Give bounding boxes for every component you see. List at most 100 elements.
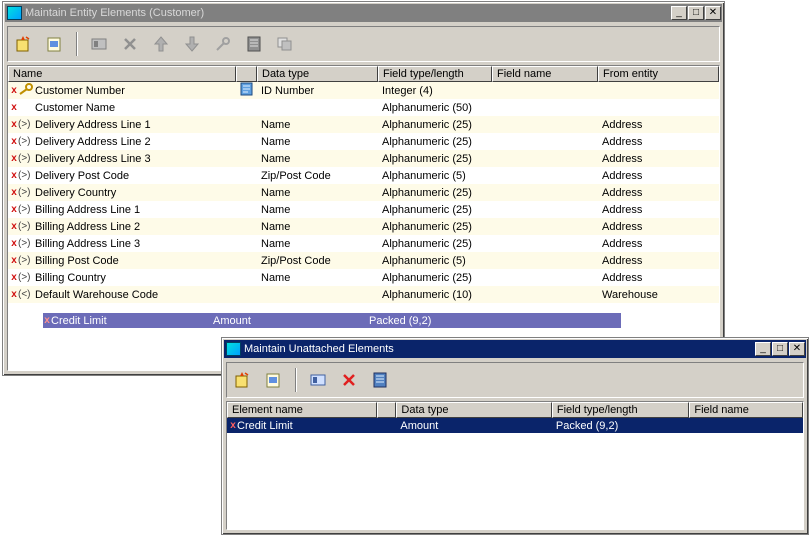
- maximize-button[interactable]: □: [688, 6, 704, 20]
- toolbar-separator: [295, 368, 297, 392]
- drag-row-field-type: Packed (9,2): [369, 314, 432, 327]
- properties-icon[interactable]: [307, 369, 329, 391]
- table-row[interactable]: x (>) Delivery Post Code Zip/Post Code Alpha…: [8, 167, 719, 184]
- delete-icon[interactable]: [119, 33, 141, 55]
- table-row[interactable]: x (>) Delivery Address Line 3 Name Alphanume…: [8, 150, 719, 167]
- column-header-field-type[interactable]: Field type/length: [378, 66, 492, 82]
- unattached-marker-icon: x: [11, 255, 17, 266]
- entity-window-title: Maintain Entity Elements (Customer): [25, 7, 205, 19]
- from-entity-cell: Address: [602, 203, 643, 216]
- name-cell: x (>) Billing Address Line 2: [8, 221, 236, 233]
- name-cell: x (>) Billing Country: [8, 272, 236, 284]
- foreign-key-out-icon: (>): [18, 136, 31, 147]
- grid-header: Element name Data type Field type/length…: [227, 402, 803, 418]
- element-name: Delivery Address Line 3: [35, 152, 151, 165]
- data-type-cell: Zip/Post Code: [261, 254, 331, 267]
- table-row[interactable]: x (>) Billing Address Line 1 Name Alphanumer…: [8, 201, 719, 218]
- move-down-icon[interactable]: [181, 33, 203, 55]
- table-row[interactable]: x (<) Default Warehouse Code Alphanumeric (…: [8, 286, 719, 303]
- element-name: Default Warehouse Code: [35, 288, 159, 301]
- foreign-key-out-icon: (>): [18, 204, 31, 215]
- key-icon[interactable]: [212, 33, 234, 55]
- notes-cell: [236, 82, 257, 99]
- unattached-marker-icon: x: [11, 136, 17, 147]
- table-row[interactable]: x Customer Name Alphanumeric (50): [8, 99, 719, 116]
- column-header-field-name[interactable]: Field name: [492, 66, 598, 82]
- column-header-from-entity[interactable]: From entity: [598, 66, 719, 82]
- table-row[interactable]: x (>) Billing Address Line 2 Name Alphanumer…: [8, 218, 719, 235]
- element-name: Delivery Post Code: [35, 169, 130, 182]
- unattached-window-titlebar[interactable]: Maintain Unattached Elements _ □ ✕: [224, 340, 806, 358]
- from-entity-cell: Address: [602, 169, 643, 182]
- column-header-field-type[interactable]: Field type/length: [551, 402, 690, 418]
- field-type-cell: Packed (9,2): [555, 419, 619, 432]
- data-type-cell: ID Number: [261, 84, 315, 97]
- foreign-key-out-icon: (>): [18, 119, 31, 130]
- element-name: Billing Country: [35, 271, 106, 284]
- data-type-cell: Name: [261, 271, 291, 284]
- from-entity-cell: Address: [602, 220, 643, 233]
- table-row[interactable]: x (>) Billing Country Name Alphanumeric (25)…: [8, 269, 719, 286]
- data-type-cell: Zip/Post Code: [261, 169, 331, 182]
- move-up-icon[interactable]: [150, 33, 172, 55]
- field-type-cell: Alphanumeric (25): [382, 186, 472, 199]
- new-element-icon[interactable]: [231, 369, 253, 391]
- data-type-cell: Name: [261, 237, 291, 250]
- from-entity-cell: Address: [602, 237, 643, 250]
- element-name: Billing Address Line 3: [35, 237, 141, 250]
- table-row[interactable]: x (>) Delivery Country Name Alphanumeric (25…: [8, 184, 719, 201]
- properties-icon[interactable]: [88, 33, 110, 55]
- data-type-cell: Amount: [400, 419, 439, 432]
- unattached-marker-icon: x: [11, 204, 17, 215]
- minimize-button[interactable]: _: [671, 6, 687, 20]
- column-header-element-name[interactable]: Element name: [227, 402, 378, 418]
- column-header-field-name[interactable]: Field name: [689, 402, 803, 418]
- column-header-name[interactable]: Name: [8, 66, 236, 82]
- column-header-icon[interactable]: [377, 402, 397, 418]
- notes-icon[interactable]: [243, 33, 265, 55]
- entity-window-titlebar[interactable]: Maintain Entity Elements (Customer) _ □ …: [5, 4, 722, 22]
- name-cell: x Customer Number: [8, 83, 236, 98]
- notes-icon[interactable]: [369, 369, 391, 391]
- from-entity-cell: Address: [602, 118, 643, 131]
- column-header-data-type[interactable]: Data type: [396, 402, 552, 418]
- column-header-icon[interactable]: [236, 66, 257, 82]
- field-type-cell: Integer (4): [382, 84, 433, 97]
- grid-header: Name Data type Field type/length Field n…: [8, 66, 719, 82]
- notes-icon[interactable]: [239, 82, 255, 99]
- table-row[interactable]: x (>) Delivery Address Line 1 Name Alphanume…: [8, 116, 719, 133]
- element-name: Credit Limit: [237, 419, 293, 432]
- foreign-key-out-icon: (>): [18, 255, 31, 266]
- from-entity-cell: Address: [602, 186, 643, 199]
- close-button[interactable]: ✕: [789, 342, 805, 356]
- open-element-icon[interactable]: [43, 33, 65, 55]
- element-name: Customer Number: [35, 84, 125, 97]
- table-row[interactable]: x (>) Billing Post Code Zip/Post Code Alphan…: [8, 252, 719, 269]
- unattached-marker-icon: x: [11, 289, 17, 300]
- unattached-elements-grid[interactable]: Element name Data type Field type/length…: [226, 401, 804, 530]
- unattached-marker-icon: x: [11, 102, 17, 113]
- primary-key-icon: [18, 83, 35, 98]
- new-element-icon[interactable]: [12, 33, 34, 55]
- copy-icon[interactable]: [274, 33, 296, 55]
- close-button[interactable]: ✕: [705, 6, 721, 20]
- unattached-marker-icon: x: [11, 85, 17, 96]
- delete-icon[interactable]: [338, 369, 360, 391]
- table-row[interactable]: x (>) Delivery Address Line 2 Name Alphanume…: [8, 133, 719, 150]
- table-row[interactable]: x Customer Number ID Number Integer (4): [8, 82, 719, 99]
- table-row[interactable]: x Credit Limit Amount Packed (9,2): [227, 418, 803, 433]
- open-element-icon[interactable]: [262, 369, 284, 391]
- data-type-cell: Name: [261, 220, 291, 233]
- table-row[interactable]: x (>) Billing Address Line 3 Name Alphanumer…: [8, 235, 719, 252]
- maximize-button[interactable]: □: [772, 342, 788, 356]
- unattached-marker-icon: x: [11, 272, 17, 283]
- unattached-toolbar: [226, 362, 804, 398]
- foreign-key-out-icon: (>): [18, 221, 31, 232]
- unattached-marker-icon: x: [44, 315, 50, 326]
- minimize-button[interactable]: _: [755, 342, 771, 356]
- from-entity-cell: Warehouse: [602, 288, 658, 301]
- drag-row-data-type: Amount: [213, 314, 251, 327]
- foreign-key-out-icon: (>): [18, 187, 31, 198]
- drag-row-credit-limit[interactable]: x Credit Limit Amount Packed (9,2): [43, 313, 621, 328]
- column-header-data-type[interactable]: Data type: [257, 66, 378, 82]
